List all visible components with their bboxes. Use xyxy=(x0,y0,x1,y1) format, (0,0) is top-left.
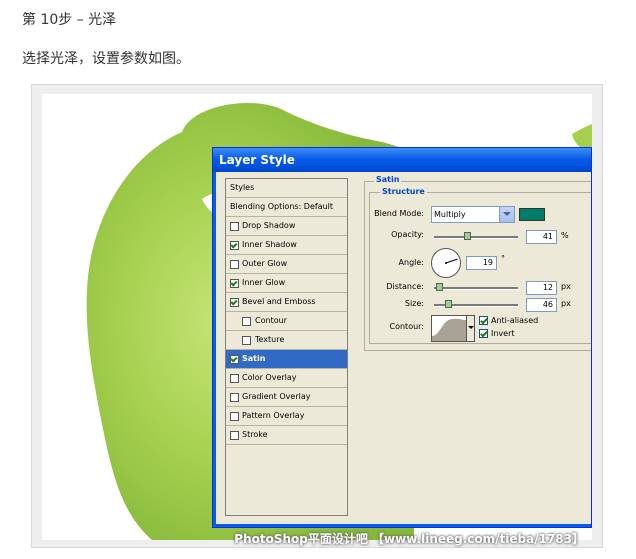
style-label: Pattern Overlay xyxy=(242,411,305,420)
style-label: Texture xyxy=(255,335,285,344)
style-list-item[interactable]: Texture xyxy=(226,331,347,350)
style-checkbox[interactable] xyxy=(230,260,239,269)
contour-dropdown-arrow[interactable] xyxy=(467,315,475,342)
structure-group-label: Structure xyxy=(380,187,427,196)
style-list-item[interactable]: Color Overlay xyxy=(226,369,347,388)
instruction-text: 选择光泽，设置参数如图。 xyxy=(22,51,190,67)
opacity-input[interactable]: 41 xyxy=(526,230,557,244)
style-list-item[interactable]: Satin xyxy=(226,350,347,369)
blend-mode-select[interactable]: Multiply xyxy=(431,206,515,223)
style-checkbox[interactable] xyxy=(230,355,239,364)
style-checkbox[interactable] xyxy=(242,336,251,345)
angle-label: Angle: xyxy=(398,258,424,267)
distance-slider-thumb[interactable] xyxy=(435,283,443,291)
style-list-item[interactable]: Drop Shadow xyxy=(226,217,347,236)
style-list-item[interactable]: Inner Shadow xyxy=(226,236,347,255)
distance-label: Distance: xyxy=(386,282,424,291)
style-checkbox[interactable] xyxy=(230,279,239,288)
opacity-label: Opacity: xyxy=(391,230,424,239)
style-label: Gradient Overlay xyxy=(242,392,311,401)
style-list-item[interactable]: Contour xyxy=(226,312,347,331)
angle-dial[interactable] xyxy=(431,248,461,278)
style-list-item[interactable]: Stroke xyxy=(226,426,347,445)
dialog-body: Styles Blending Options: Default Drop Shad… xyxy=(213,172,591,527)
dialog-titlebar[interactable]: Layer Style xyxy=(213,148,591,172)
size-input[interactable]: 46 xyxy=(526,298,557,312)
style-list-item[interactable]: Outer Glow xyxy=(226,255,347,274)
style-list-item[interactable]: Styles xyxy=(226,179,347,198)
style-checkbox[interactable] xyxy=(230,298,239,307)
style-label: Styles xyxy=(230,183,255,192)
style-checkbox[interactable] xyxy=(230,241,239,250)
opacity-slider-track[interactable] xyxy=(434,236,518,239)
size-unit: px xyxy=(561,299,571,308)
style-list-item[interactable]: Inner Glow xyxy=(226,274,347,293)
style-label: Drop Shadow xyxy=(242,221,296,230)
watermark: PhotoShop平面设计吧 【www.lineeg.com/tieba/178… xyxy=(234,532,584,546)
styles-list: Styles Blending Options: Default Drop Shad… xyxy=(225,178,348,516)
angle-needle-icon xyxy=(445,258,458,264)
style-checkbox[interactable] xyxy=(242,317,251,326)
angle-unit: ° xyxy=(501,254,505,263)
style-label: Inner Shadow xyxy=(242,240,297,249)
style-checkbox[interactable] xyxy=(230,431,239,440)
blend-mode-label: Blend Mode: xyxy=(374,209,424,218)
style-checkbox[interactable] xyxy=(230,393,239,402)
satin-group-label: Satin xyxy=(374,175,402,184)
invert-checkbox[interactable] xyxy=(479,329,488,338)
contour-preview[interactable] xyxy=(431,315,467,342)
style-label: Inner Glow xyxy=(242,278,286,287)
distance-slider-track[interactable] xyxy=(434,287,518,290)
size-label: Size: xyxy=(404,299,424,308)
style-label: Contour xyxy=(255,316,287,325)
style-label: Outer Glow xyxy=(242,259,288,268)
style-checkbox[interactable] xyxy=(230,412,239,421)
step-title: 第 10步 – 光泽 xyxy=(22,12,117,28)
distance-input[interactable]: 12 xyxy=(526,281,557,295)
opacity-slider-thumb[interactable] xyxy=(463,232,471,240)
satin-color-swatch[interactable] xyxy=(519,208,545,221)
distance-unit: px xyxy=(561,282,571,291)
style-label: Satin xyxy=(242,354,266,363)
angle-input[interactable]: 19 xyxy=(466,256,497,270)
style-list-item[interactable]: Blending Options: Default xyxy=(226,198,347,217)
style-list-item[interactable]: Bevel and Emboss xyxy=(226,293,347,312)
style-label: Blending Options: Default xyxy=(230,202,334,211)
blend-mode-value: Multiply xyxy=(434,210,466,219)
style-checkbox[interactable] xyxy=(230,374,239,383)
size-slider-thumb[interactable] xyxy=(445,300,453,308)
contour-curve-icon xyxy=(432,318,466,341)
layer-style-dialog: Layer Style Styles Blending Options: Defa… xyxy=(212,147,592,528)
style-label: Stroke xyxy=(242,430,268,439)
style-list-item[interactable]: Pattern Overlay xyxy=(226,407,347,426)
style-label: Color Overlay xyxy=(242,373,297,382)
anti-aliased-checkbox[interactable] xyxy=(479,316,488,325)
style-label: Bevel and Emboss xyxy=(242,297,316,306)
anti-aliased-label: Anti-aliased xyxy=(491,316,539,325)
chevron-down-icon[interactable] xyxy=(499,207,514,222)
opacity-unit: % xyxy=(561,231,569,240)
invert-label: Invert xyxy=(491,329,515,338)
style-checkbox[interactable] xyxy=(230,222,239,231)
style-list-item[interactable]: Gradient Overlay xyxy=(226,388,347,407)
contour-label: Contour: xyxy=(389,322,425,331)
